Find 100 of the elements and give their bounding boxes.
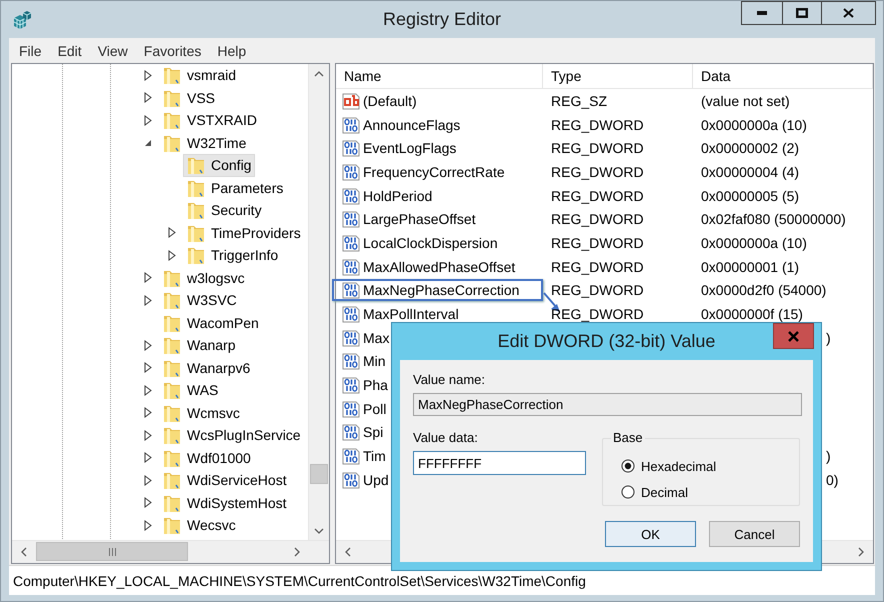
radio-icon[interactable] [621,459,635,473]
value-name[interactable]: LargePhaseOffset [334,208,478,230]
menu-item[interactable]: Help [209,42,254,58]
value-name[interactable]: Upd [334,468,391,491]
radio-option[interactable]: Hexadecimal [621,453,799,479]
expand-arrow-icon[interactable] [144,92,152,104]
tree-item[interactable]: Wcmsvc [159,401,244,424]
folder-icon [163,515,181,536]
radio-option[interactable]: Decimal [621,479,799,505]
value-name[interactable]: Max [334,326,392,349]
value-data: 0x00000001 (1) [701,258,800,275]
expand-arrow-icon[interactable] [144,452,152,464]
scroll-thumb[interactable] [310,464,328,484]
close-button[interactable] [821,1,876,25]
tree-item[interactable]: WacomPen [159,311,263,334]
value-name[interactable]: LocalClockDispersion [334,232,500,254]
tree-item[interactable]: VSTXRAID [159,108,262,132]
expand-arrow-icon[interactable] [144,340,152,351]
value-name[interactable]: Pha [334,374,390,396]
value-name[interactable]: FrequencyCorrectRate [334,160,507,183]
value-name-field[interactable]: MaxNegPhaseCorrection [413,393,802,416]
tree-item[interactable]: Wdf01000 [159,446,255,470]
tree-item[interactable]: TriggerInfo [183,244,282,267]
base-label: Base [611,430,645,445]
tree-item[interactable]: w3logsvc [159,266,249,290]
expand-arrow-icon[interactable] [144,294,152,306]
column-header[interactable]: Name [336,64,543,88]
tree-item[interactable]: Parameters [183,176,288,200]
radio-icon[interactable] [621,485,635,499]
value-name[interactable]: Min [334,350,388,372]
string-value-icon [342,92,360,110]
dialog-button[interactable]: OK [605,521,696,547]
value-data: 0x00000005 (5) [701,188,800,204]
tree-item[interactable]: Security [183,198,266,222]
menu-item[interactable]: Favorites [136,42,210,58]
expand-arrow-icon[interactable] [144,520,152,531]
tree-item[interactable]: vsmraid [159,64,240,87]
tree-item[interactable]: Wanarp [159,334,240,357]
maximize-button[interactable] [782,1,822,25]
value-data-field[interactable]: FFFFFFFF [413,451,586,475]
tree-item[interactable]: WcsPlugInService [159,424,305,447]
tree-item[interactable]: WdiServiceHost [159,468,291,492]
expand-arrow-icon[interactable] [168,227,176,238]
tree-item[interactable]: WdiSystemHost [159,491,291,514]
tree-item[interactable]: Config [183,154,256,177]
expand-arrow-icon[interactable] [144,362,152,374]
binary-value-icon [342,352,360,370]
column-header[interactable]: Data [693,64,873,88]
value-name[interactable]: HoldPeriod [334,184,434,207]
scroll-left-icon[interactable] [345,547,351,557]
tree-item[interactable]: W32Time [159,131,250,154]
binary-value-icon [342,328,360,347]
tree-item[interactable]: TimeProviders [183,221,305,244]
value-data: 0x0000000f (15) [701,306,803,322]
menu-item[interactable]: View [90,42,136,58]
value-name[interactable]: (Default) [334,90,419,112]
value-name[interactable]: EventLogFlags [334,137,458,160]
scroll-thumb[interactable] [36,542,188,561]
folder-icon [163,290,181,310]
scroll-up-icon[interactable] [314,71,324,77]
value-name[interactable]: MaxNegPhaseCorrection [332,279,543,302]
collapse-arrow-icon[interactable] [144,138,152,147]
binary-value-icon [342,376,360,394]
tree-item[interactable]: Wanarpv6 [159,356,254,380]
folder-icon [163,335,181,356]
expand-arrow-icon[interactable] [144,114,152,126]
tree-item[interactable]: W3SVC [159,288,241,312]
scroll-right-icon[interactable] [294,547,300,557]
binary-value-icon [342,162,360,181]
value-name[interactable]: MaxAllowedPhaseOffset [334,256,518,278]
value-name[interactable]: Spi [334,421,386,444]
expand-arrow-icon[interactable] [144,70,152,81]
expand-arrow-icon[interactable] [144,272,152,284]
value-name[interactable]: Tim [334,445,388,468]
menu-item[interactable]: File [11,42,50,58]
expand-arrow-icon[interactable] [168,250,176,261]
value-name[interactable]: MaxPollInterval [334,303,461,326]
registry-cubes-icon [12,10,32,30]
value-name[interactable]: AnnounceFlags [334,114,462,136]
dialog-button[interactable]: Cancel [709,521,800,547]
binary-value-icon [342,186,360,205]
value-name[interactable]: Poll [334,398,388,420]
menu-item[interactable]: Edit [50,42,90,58]
expand-arrow-icon[interactable] [144,407,152,418]
scroll-left-icon[interactable] [21,547,27,557]
column-header[interactable]: Type [543,64,693,88]
minimize-button[interactable] [741,1,783,25]
expand-arrow-icon[interactable] [144,430,152,441]
tree-item[interactable]: VSS [159,86,220,110]
window-title: Registry Editor [382,9,502,30]
scroll-right-icon[interactable] [858,547,864,557]
value-type: REG_DWORD [551,234,644,251]
expand-arrow-icon[interactable] [144,384,152,396]
scroll-down-icon[interactable] [314,528,324,534]
expand-arrow-icon[interactable] [144,474,152,486]
horizontal-scrollbar[interactable] [12,540,329,563]
tree-item[interactable]: Wecsvc [159,514,240,537]
expand-arrow-icon[interactable] [144,497,152,508]
tree-item[interactable]: WAS [159,378,222,402]
vertical-scrollbar[interactable] [308,64,329,541]
